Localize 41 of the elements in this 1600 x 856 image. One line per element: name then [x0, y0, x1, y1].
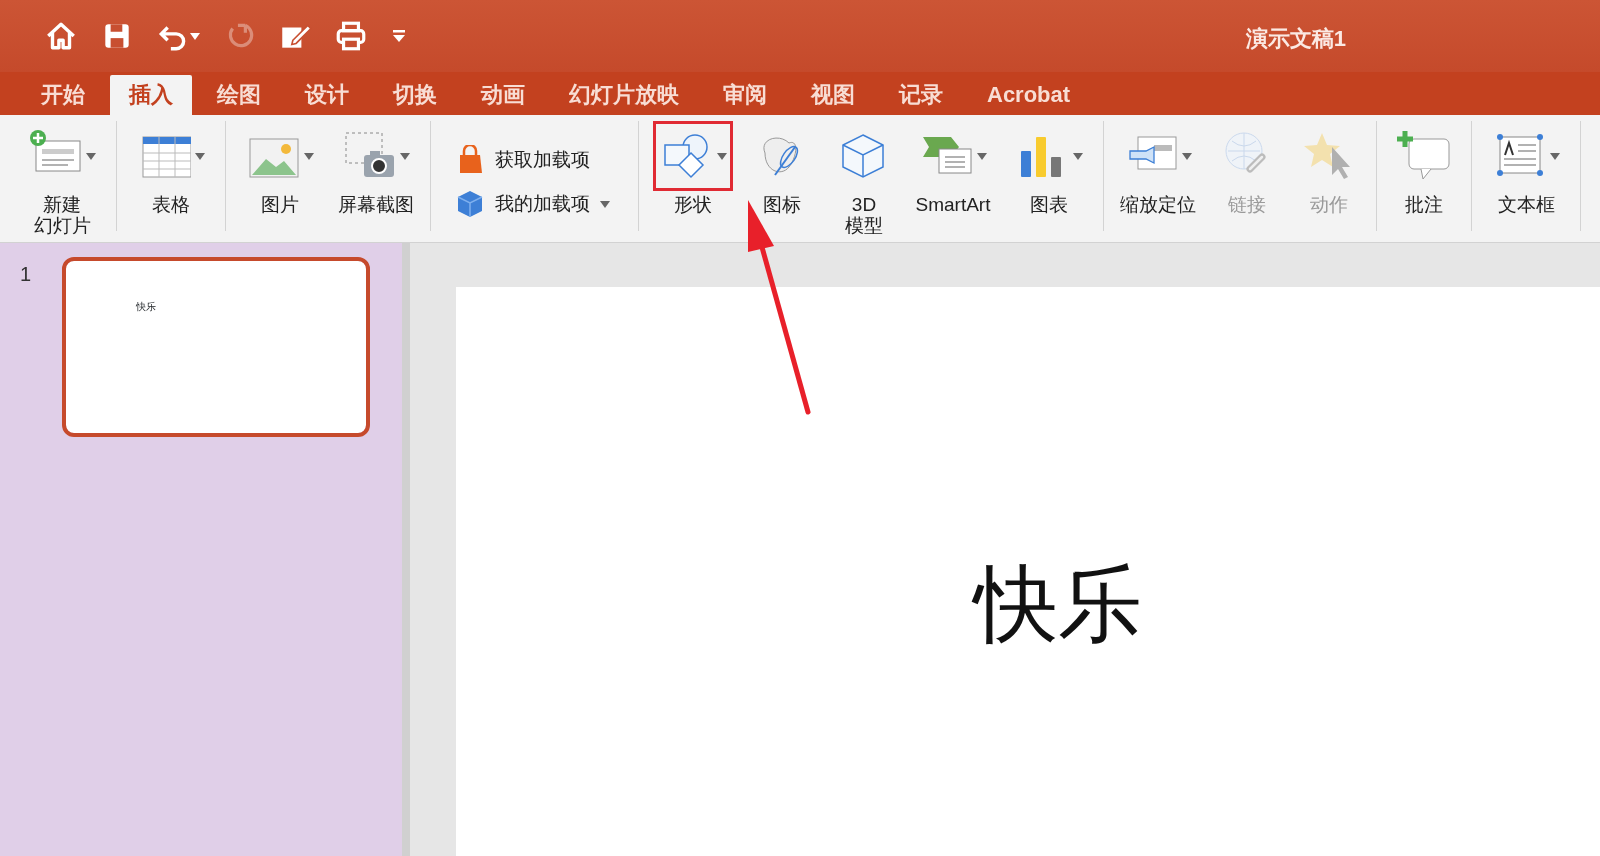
ribbon-button[interactable]: SmartArt	[911, 121, 995, 218]
ribbon-tab[interactable]: 幻灯片放映	[550, 75, 698, 115]
ribbon-button[interactable]: 屏幕截图	[334, 121, 418, 218]
caret-icon	[86, 152, 96, 160]
print-icon[interactable]	[334, 19, 368, 53]
caret-icon	[717, 152, 727, 160]
slide-number: 1	[20, 262, 33, 287]
caret-icon	[977, 152, 987, 160]
caret-icon	[1073, 152, 1083, 160]
ribbon-button[interactable]: 新建 幻灯片	[20, 121, 104, 239]
ribbon-button[interactable]: 图标	[747, 121, 817, 218]
ribbon-tab[interactable]: 切换	[374, 75, 456, 115]
ribbon-tab[interactable]: 绘图	[198, 75, 280, 115]
caret-icon	[1550, 152, 1560, 160]
ribbon-tab[interactable]: 动画	[462, 75, 544, 115]
ribbon-button[interactable]: 批注	[1389, 121, 1459, 218]
ribbon-button[interactable]: 形状	[651, 121, 735, 218]
ribbon-menu-item[interactable]: 获取加载项	[447, 141, 598, 179]
caret-icon	[1182, 152, 1192, 160]
ribbon-button[interactable]: 表格	[129, 121, 213, 218]
slide-thumbnail-text: 快乐	[136, 301, 156, 312]
ribbon-tab[interactable]: 插入	[110, 75, 192, 115]
ribbon-tab[interactable]: 开始	[22, 75, 104, 115]
caret-icon	[400, 152, 410, 160]
ribbon-button[interactable]: 缩放定位	[1116, 121, 1200, 218]
ribbon-button[interactable]: 图表	[1007, 121, 1091, 218]
ribbon-button[interactable]: 图片	[238, 121, 322, 218]
ribbon-tab[interactable]: Acrobat	[968, 75, 1090, 115]
caret-icon	[600, 200, 610, 208]
cube-icon	[455, 189, 485, 219]
ribbon-menu-item[interactable]: 我的加载项	[447, 185, 618, 223]
caret-icon[interactable]	[190, 32, 200, 40]
ribbon-tab[interactable]: 记录	[880, 75, 962, 115]
ribbon-button[interactable]: 文本框	[1484, 121, 1568, 218]
ribbon-tab[interactable]: 审阅	[704, 75, 786, 115]
window-title: 演示文稿1	[1245, 25, 1346, 53]
caret-icon	[195, 152, 205, 160]
caret-icon	[304, 152, 314, 160]
ribbon-tab[interactable]: 设计	[286, 75, 368, 115]
ribbon-button[interactable]: 3D 模型	[829, 121, 899, 239]
ribbon-tab[interactable]: 视图	[792, 75, 874, 115]
